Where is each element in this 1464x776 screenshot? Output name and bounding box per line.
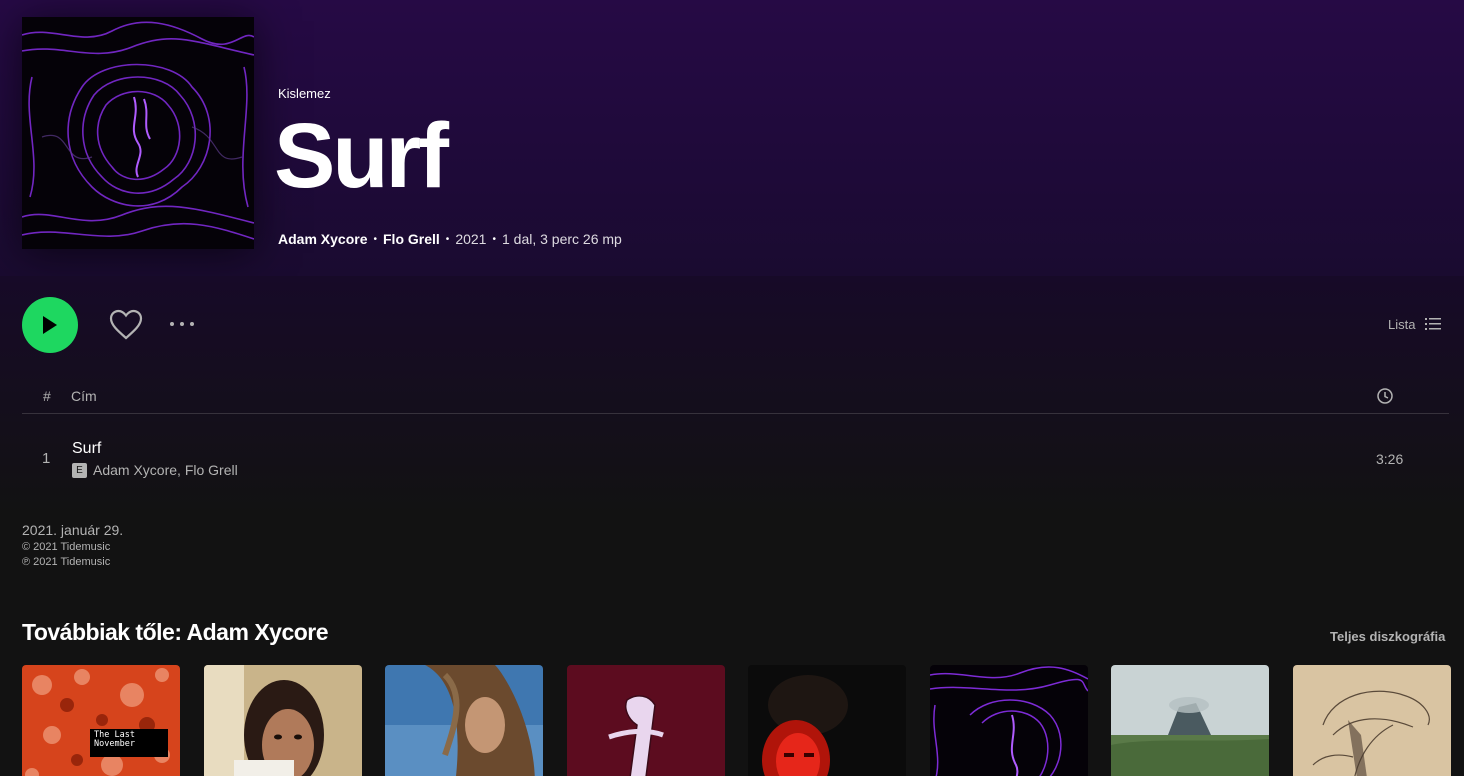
album-cover-text: The Last November	[90, 729, 168, 757]
table-row[interactable]: 1 Surf E Adam Xycore, Flo Grell 3:26	[22, 430, 1449, 486]
album-artwork	[385, 665, 543, 776]
release-date: 2021. január 29.	[22, 522, 124, 538]
track-title[interactable]: Surf	[72, 440, 101, 458]
separator-dot: •	[492, 233, 496, 245]
album-cover	[22, 17, 254, 249]
discography-link[interactable]: Teljes diszkográfia	[1330, 629, 1445, 644]
track-artists[interactable]: Adam Xycore, Flo Grell	[93, 462, 238, 478]
view-mode-label: Lista	[1388, 316, 1416, 332]
artist-link[interactable]: Adam Xycore	[278, 231, 367, 247]
album-card[interactable]: The Last November	[22, 665, 180, 776]
list-icon	[1425, 318, 1442, 330]
album-artwork	[22, 665, 180, 776]
album-artwork	[930, 665, 1088, 776]
clock-icon	[1377, 388, 1393, 404]
release-type-label: Kislemez	[278, 86, 331, 101]
heart-icon	[109, 309, 143, 340]
album-card[interactable]	[204, 665, 362, 776]
more-options-button[interactable]	[166, 314, 198, 334]
phonogram-text: ℗ 2021 Tidemusic	[22, 556, 111, 568]
more-dot-icon	[180, 322, 184, 326]
separator-dot: •	[445, 233, 450, 245]
track-number: 1	[42, 450, 51, 467]
artist-link[interactable]: Flo Grell	[383, 231, 440, 247]
album-card[interactable]	[748, 665, 906, 776]
separator-dot: •	[373, 233, 377, 245]
track-subtitle: E Adam Xycore, Flo Grell	[72, 462, 238, 478]
play-button[interactable]	[22, 297, 78, 353]
album-artwork	[567, 665, 725, 776]
album-card[interactable]	[1111, 665, 1269, 776]
album-card[interactable]	[385, 665, 543, 776]
album-artwork	[1293, 665, 1451, 776]
like-button[interactable]	[108, 308, 144, 342]
more-dot-icon	[170, 322, 174, 326]
section-title[interactable]: Továbbiak tőle: Adam Xycore	[22, 619, 329, 646]
album-card[interactable]	[930, 665, 1088, 776]
track-table-header: # Cím	[22, 386, 1449, 414]
explicit-badge: E	[72, 462, 87, 478]
release-meta: Adam Xycore • Flo Grell • 2021 • 1 dal, …	[278, 231, 622, 247]
album-artwork	[1111, 665, 1269, 776]
page-title: Surf	[274, 105, 449, 207]
release-year: 2021	[455, 231, 487, 247]
album-card[interactable]	[567, 665, 725, 776]
column-number-header: #	[43, 388, 51, 404]
album-card[interactable]	[1293, 665, 1451, 776]
play-icon	[43, 316, 57, 334]
copyright-text: © 2021 Tidemusic	[22, 541, 111, 553]
column-title-header: Cím	[71, 388, 97, 404]
view-mode-toggle[interactable]: Lista	[1388, 316, 1442, 332]
album-artwork	[204, 665, 362, 776]
release-summary: 1 dal, 3 perc 26 mp	[501, 231, 622, 247]
album-artwork	[748, 665, 906, 776]
more-dot-icon	[190, 322, 194, 326]
track-duration: 3:26	[1376, 451, 1404, 467]
